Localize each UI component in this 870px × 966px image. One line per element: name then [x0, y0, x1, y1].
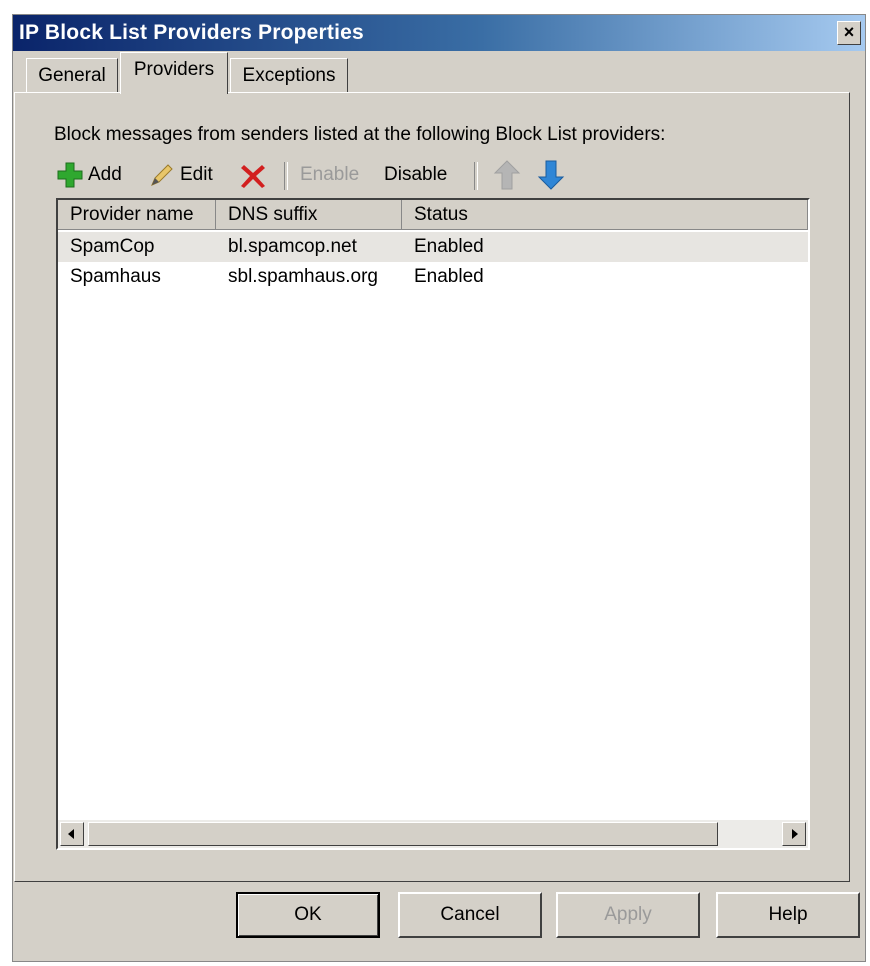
cancel-button[interactable]: Cancel — [398, 892, 542, 938]
tab-general-label: General — [38, 65, 106, 86]
edit-button[interactable]: Edit — [148, 160, 213, 190]
help-button[interactable]: Help — [716, 892, 860, 938]
tab-general[interactable]: General — [26, 58, 118, 94]
delete-icon — [241, 165, 265, 188]
providers-list[interactable]: Provider name DNS suffix Status SpamCop … — [56, 198, 810, 850]
tab-exceptions[interactable]: Exceptions — [230, 58, 348, 94]
scroll-left-button[interactable] — [60, 822, 84, 846]
horizontal-scrollbar[interactable] — [58, 820, 808, 848]
enable-button[interactable]: Enable — [300, 160, 359, 190]
toolbar-separator — [474, 162, 478, 190]
edit-label: Edit — [180, 164, 213, 185]
disable-button[interactable]: Disable — [384, 160, 447, 190]
add-button[interactable]: Add — [56, 160, 122, 190]
table-row[interactable]: Spamhaus sbl.spamhaus.org Enabled — [58, 262, 808, 292]
move-up-button[interactable] — [492, 160, 522, 190]
move-down-button[interactable] — [536, 160, 566, 190]
window-title: IP Block List Providers Properties — [19, 21, 364, 44]
scrollbar-thumb[interactable] — [88, 822, 718, 846]
column-header-provider-name[interactable]: Provider name — [58, 200, 216, 230]
move-down-icon — [537, 160, 565, 190]
ok-button[interactable]: OK — [236, 892, 380, 938]
close-button[interactable]: × — [837, 21, 861, 45]
cell-provider-name: Spamhaus — [70, 266, 161, 287]
apply-button[interactable]: Apply — [556, 892, 700, 938]
add-icon — [57, 162, 83, 188]
tab-providers[interactable]: Providers — [120, 52, 228, 94]
toolbar-separator — [284, 162, 288, 190]
arrow-left-icon — [68, 829, 74, 839]
delete-button[interactable] — [238, 160, 268, 190]
edit-icon — [151, 164, 173, 186]
description-text: Block messages from senders listed at th… — [54, 124, 666, 145]
cell-provider-name: SpamCop — [70, 236, 155, 257]
scroll-right-button[interactable] — [782, 822, 806, 846]
tab-providers-label: Providers — [133, 59, 215, 80]
cell-status: Enabled — [414, 266, 484, 287]
cell-status: Enabled — [414, 236, 484, 257]
cell-dns-suffix: bl.spamcop.net — [228, 236, 357, 257]
column-header-status[interactable]: Status — [402, 200, 808, 230]
cell-dns-suffix: sbl.spamhaus.org — [228, 266, 378, 287]
title-bar[interactable]: IP Block List Providers Properties × — [13, 15, 865, 51]
disable-label: Disable — [384, 164, 448, 185]
close-icon: × — [843, 22, 855, 42]
enable-label: Enable — [300, 164, 360, 185]
add-label: Add — [88, 164, 122, 185]
arrow-right-icon — [792, 829, 798, 839]
move-up-icon — [493, 160, 521, 190]
list-header: Provider name DNS suffix Status — [58, 200, 808, 230]
table-row[interactable]: SpamCop bl.spamcop.net Enabled — [58, 232, 808, 262]
tab-exceptions-label: Exceptions — [242, 65, 336, 86]
column-header-dns-suffix[interactable]: DNS suffix — [216, 200, 402, 230]
